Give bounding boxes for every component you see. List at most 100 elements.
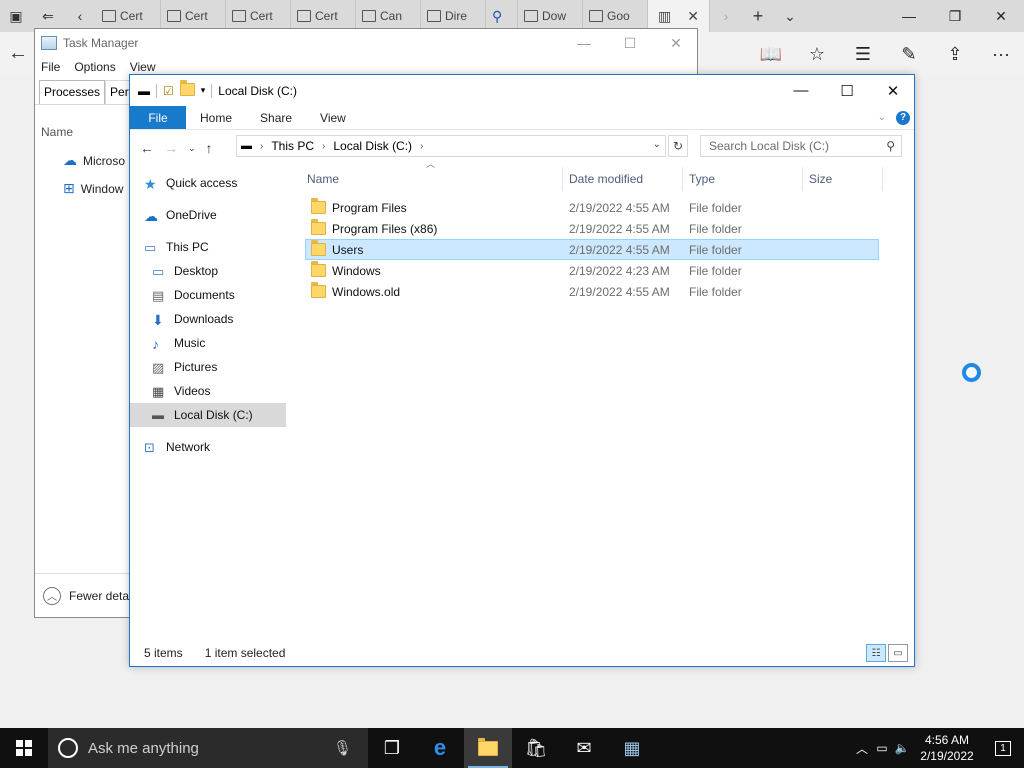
nav-item-local-disk[interactable]: ▬ Local Disk (C:) xyxy=(130,403,286,427)
column-header-name[interactable]: Name xyxy=(305,167,563,191)
clock-time: 4:56 AM xyxy=(924,733,970,747)
file-row[interactable]: Windows 2/19/2022 4:23 AM File folder xyxy=(305,260,879,281)
forward-icon[interactable]: → xyxy=(164,140,178,156)
refresh-icon[interactable]: ↻ xyxy=(668,135,688,157)
search-input[interactable]: Search Local Disk (C:) ⚲ xyxy=(700,135,902,157)
address-bar[interactable]: ▬ › This PC › Local Disk (C:) › ⌄ xyxy=(236,135,666,157)
tab-preview-icon[interactable]: ▣ xyxy=(0,0,32,32)
task-manager-taskbar-icon[interactable]: ▦ xyxy=(608,728,656,768)
process-row[interactable]: ⊞ Window xyxy=(63,180,123,197)
volume-muted-icon[interactable]: 🔈 xyxy=(892,741,912,755)
close-icon[interactable]: ✕ xyxy=(870,75,916,106)
taskbar: Ask me anything 🎙 ❐ e 🛍 ✉ ▦ ︿ ▭ 🔈 4:56 A… xyxy=(0,728,1024,768)
microphone-icon[interactable]: 🎙 xyxy=(333,739,352,757)
back-icon[interactable]: ← xyxy=(8,42,28,65)
star-icon: ★ xyxy=(144,176,157,192)
store-icon[interactable]: 🛍 xyxy=(512,728,560,768)
show-hidden-icons-icon[interactable]: ︿ xyxy=(852,740,872,757)
recent-locations-icon[interactable]: ⌄ xyxy=(188,143,196,154)
large-icons-view-icon[interactable]: ▭ xyxy=(888,644,908,662)
nav-item-downloads[interactable]: ⬇ Downloads xyxy=(152,307,308,331)
column-header-name[interactable]: Name xyxy=(41,125,73,139)
close-icon[interactable]: ✕ xyxy=(653,29,699,57)
ribbon-tab-share[interactable]: Share xyxy=(246,106,306,129)
cloud-icon: ☁ xyxy=(144,208,158,224)
clock[interactable]: 4:56 AM 2/19/2022 xyxy=(912,732,982,764)
nav-item-videos[interactable]: ▦ Videos xyxy=(152,379,308,403)
chevron-right-icon[interactable]: › xyxy=(420,141,423,152)
chevron-right-icon[interactable]: › xyxy=(260,141,263,152)
edge-icon[interactable]: e xyxy=(416,728,464,768)
expand-ribbon-icon[interactable]: ⌄ xyxy=(878,112,886,123)
file-row-selected[interactable]: Users 2/19/2022 4:55 AM File folder xyxy=(305,239,879,260)
column-header-date-modified[interactable]: Date modified xyxy=(567,167,683,191)
task-view-icon[interactable]: ❐ xyxy=(368,728,416,768)
back-icon[interactable]: ← xyxy=(140,140,154,156)
nav-item-desktop[interactable]: ▭ Desktop xyxy=(152,259,308,283)
details-view-icon[interactable]: ☷ xyxy=(866,644,886,662)
start-button[interactable] xyxy=(0,728,48,768)
restore-icon[interactable]: ❐ xyxy=(932,0,978,32)
file-row[interactable]: Windows.old 2/19/2022 4:55 AM File folde… xyxy=(305,281,879,302)
favorite-star-icon[interactable]: ☆ xyxy=(794,44,840,65)
cortana-search-box[interactable]: Ask me anything 🎙 xyxy=(48,728,368,768)
desktop-icon: ▭ xyxy=(152,264,165,279)
windows-logo-icon xyxy=(16,740,32,756)
nav-item-onedrive[interactable]: ☁ OneDrive xyxy=(144,203,300,227)
page-icon xyxy=(362,10,376,22)
file-list: ︿ Name Date modified Type Size Program F… xyxy=(305,159,905,647)
up-icon[interactable]: ↑ xyxy=(206,140,213,156)
breadcrumb-this-pc[interactable]: This PC xyxy=(271,139,314,153)
nav-item-pictures[interactable]: ▨ Pictures xyxy=(152,355,308,379)
nav-item-this-pc[interactable]: ▭ This PC xyxy=(144,235,300,259)
new-folder-icon[interactable] xyxy=(179,79,195,99)
more-icon[interactable]: ··· xyxy=(978,44,1024,65)
breadcrumb-local-disk[interactable]: Local Disk (C:) xyxy=(333,139,412,153)
close-icon[interactable]: ✕ xyxy=(978,0,1024,32)
new-tab-icon[interactable]: + xyxy=(742,0,774,32)
ribbon-tab-file[interactable]: File xyxy=(130,106,186,129)
file-explorer-taskbar-icon[interactable] xyxy=(464,728,512,768)
nav-item-documents[interactable]: ▤ Documents xyxy=(152,283,308,307)
ribbon-tab-view[interactable]: View xyxy=(306,106,360,129)
action-center-icon[interactable]: 1 xyxy=(982,728,1024,768)
loading-spinner-icon xyxy=(962,363,981,382)
minimize-icon[interactable]: — xyxy=(886,0,932,32)
process-row[interactable]: ☁ Microso xyxy=(63,152,125,169)
minimize-icon[interactable]: — xyxy=(778,75,824,106)
ribbon-tab-home[interactable]: Home xyxy=(186,106,246,129)
hub-icon[interactable]: ☰ xyxy=(840,44,886,65)
share-icon[interactable]: ⇪ xyxy=(932,44,978,65)
column-header-size[interactable]: Size xyxy=(807,167,883,191)
divider xyxy=(211,83,213,98)
nav-item-music[interactable]: ♪ Music xyxy=(152,331,308,355)
page-icon xyxy=(232,10,246,22)
folder-icon xyxy=(311,198,326,214)
help-icon[interactable]: ? xyxy=(896,110,910,125)
mail-icon[interactable]: ✉ xyxy=(560,728,608,768)
network-icon[interactable]: ▭ xyxy=(872,741,892,755)
maximize-icon[interactable]: ☐ xyxy=(824,75,870,106)
window-icon: ⊞ xyxy=(63,180,75,196)
properties-icon[interactable]: ☑ xyxy=(163,84,174,98)
menu-file[interactable]: File xyxy=(41,60,60,74)
column-header-type[interactable]: Type xyxy=(687,167,803,191)
menu-options[interactable]: Options xyxy=(74,60,115,74)
file-row[interactable]: Program Files (x86) 2/19/2022 4:55 AM Fi… xyxy=(305,218,879,239)
minimize-icon[interactable]: — xyxy=(561,29,607,57)
maximize-icon[interactable]: ☐ xyxy=(607,29,653,57)
tab-scroll-right-icon[interactable]: › xyxy=(710,0,742,32)
chevron-down-icon[interactable]: ⌄ xyxy=(653,139,661,150)
cloud-icon: ☁ xyxy=(63,152,77,168)
nav-item-network[interactable]: ⊡ Network xyxy=(144,435,300,459)
file-row[interactable]: Program Files 2/19/2022 4:55 AM File fol… xyxy=(305,197,879,218)
close-tab-icon[interactable]: ✕ xyxy=(687,8,699,25)
menu-view[interactable]: View xyxy=(130,60,156,74)
pen-icon[interactable]: ✎ xyxy=(886,44,932,65)
tab-list-icon[interactable]: ⌄ xyxy=(774,0,806,32)
nav-item-quick-access[interactable]: ★ Quick access xyxy=(144,171,300,195)
customize-qat-icon[interactable]: ▾ xyxy=(201,85,206,96)
tab-processes[interactable]: Processes xyxy=(39,80,106,104)
chevron-right-icon[interactable]: › xyxy=(322,141,325,152)
reading-view-icon[interactable]: 📖 xyxy=(748,44,794,65)
